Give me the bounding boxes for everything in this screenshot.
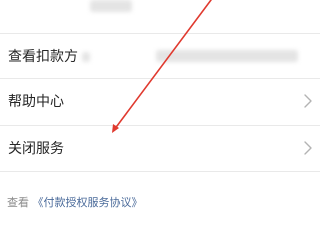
chevron-right-icon (304, 141, 312, 155)
masked-payment-details (156, 50, 298, 62)
chevron-right-icon (304, 94, 312, 108)
help-center-label: 帮助中心 (8, 94, 64, 110)
help-center-row[interactable]: 帮助中心 (0, 79, 320, 123)
screen: 查看扣款方 帮助中心 关闭服务 查看 《付款授权服务协议》 (0, 0, 320, 240)
payment-method-label: 查看扣款方 (8, 49, 78, 65)
masked-text-top (90, 0, 132, 12)
close-service-label: 关闭服务 (8, 141, 64, 157)
payment-method-row[interactable]: 查看扣款方 (0, 34, 320, 78)
masked-payment-method (82, 52, 90, 62)
agreement-note: 查看 《付款授权服务协议》 (7, 194, 143, 210)
close-service-row[interactable]: 关闭服务 (0, 126, 320, 170)
top-strip (0, 0, 320, 30)
agreement-prefix: 查看 (7, 196, 29, 209)
agreement-link[interactable]: 《付款授权服务协议》 (33, 196, 143, 209)
divider-3 (0, 171, 320, 172)
